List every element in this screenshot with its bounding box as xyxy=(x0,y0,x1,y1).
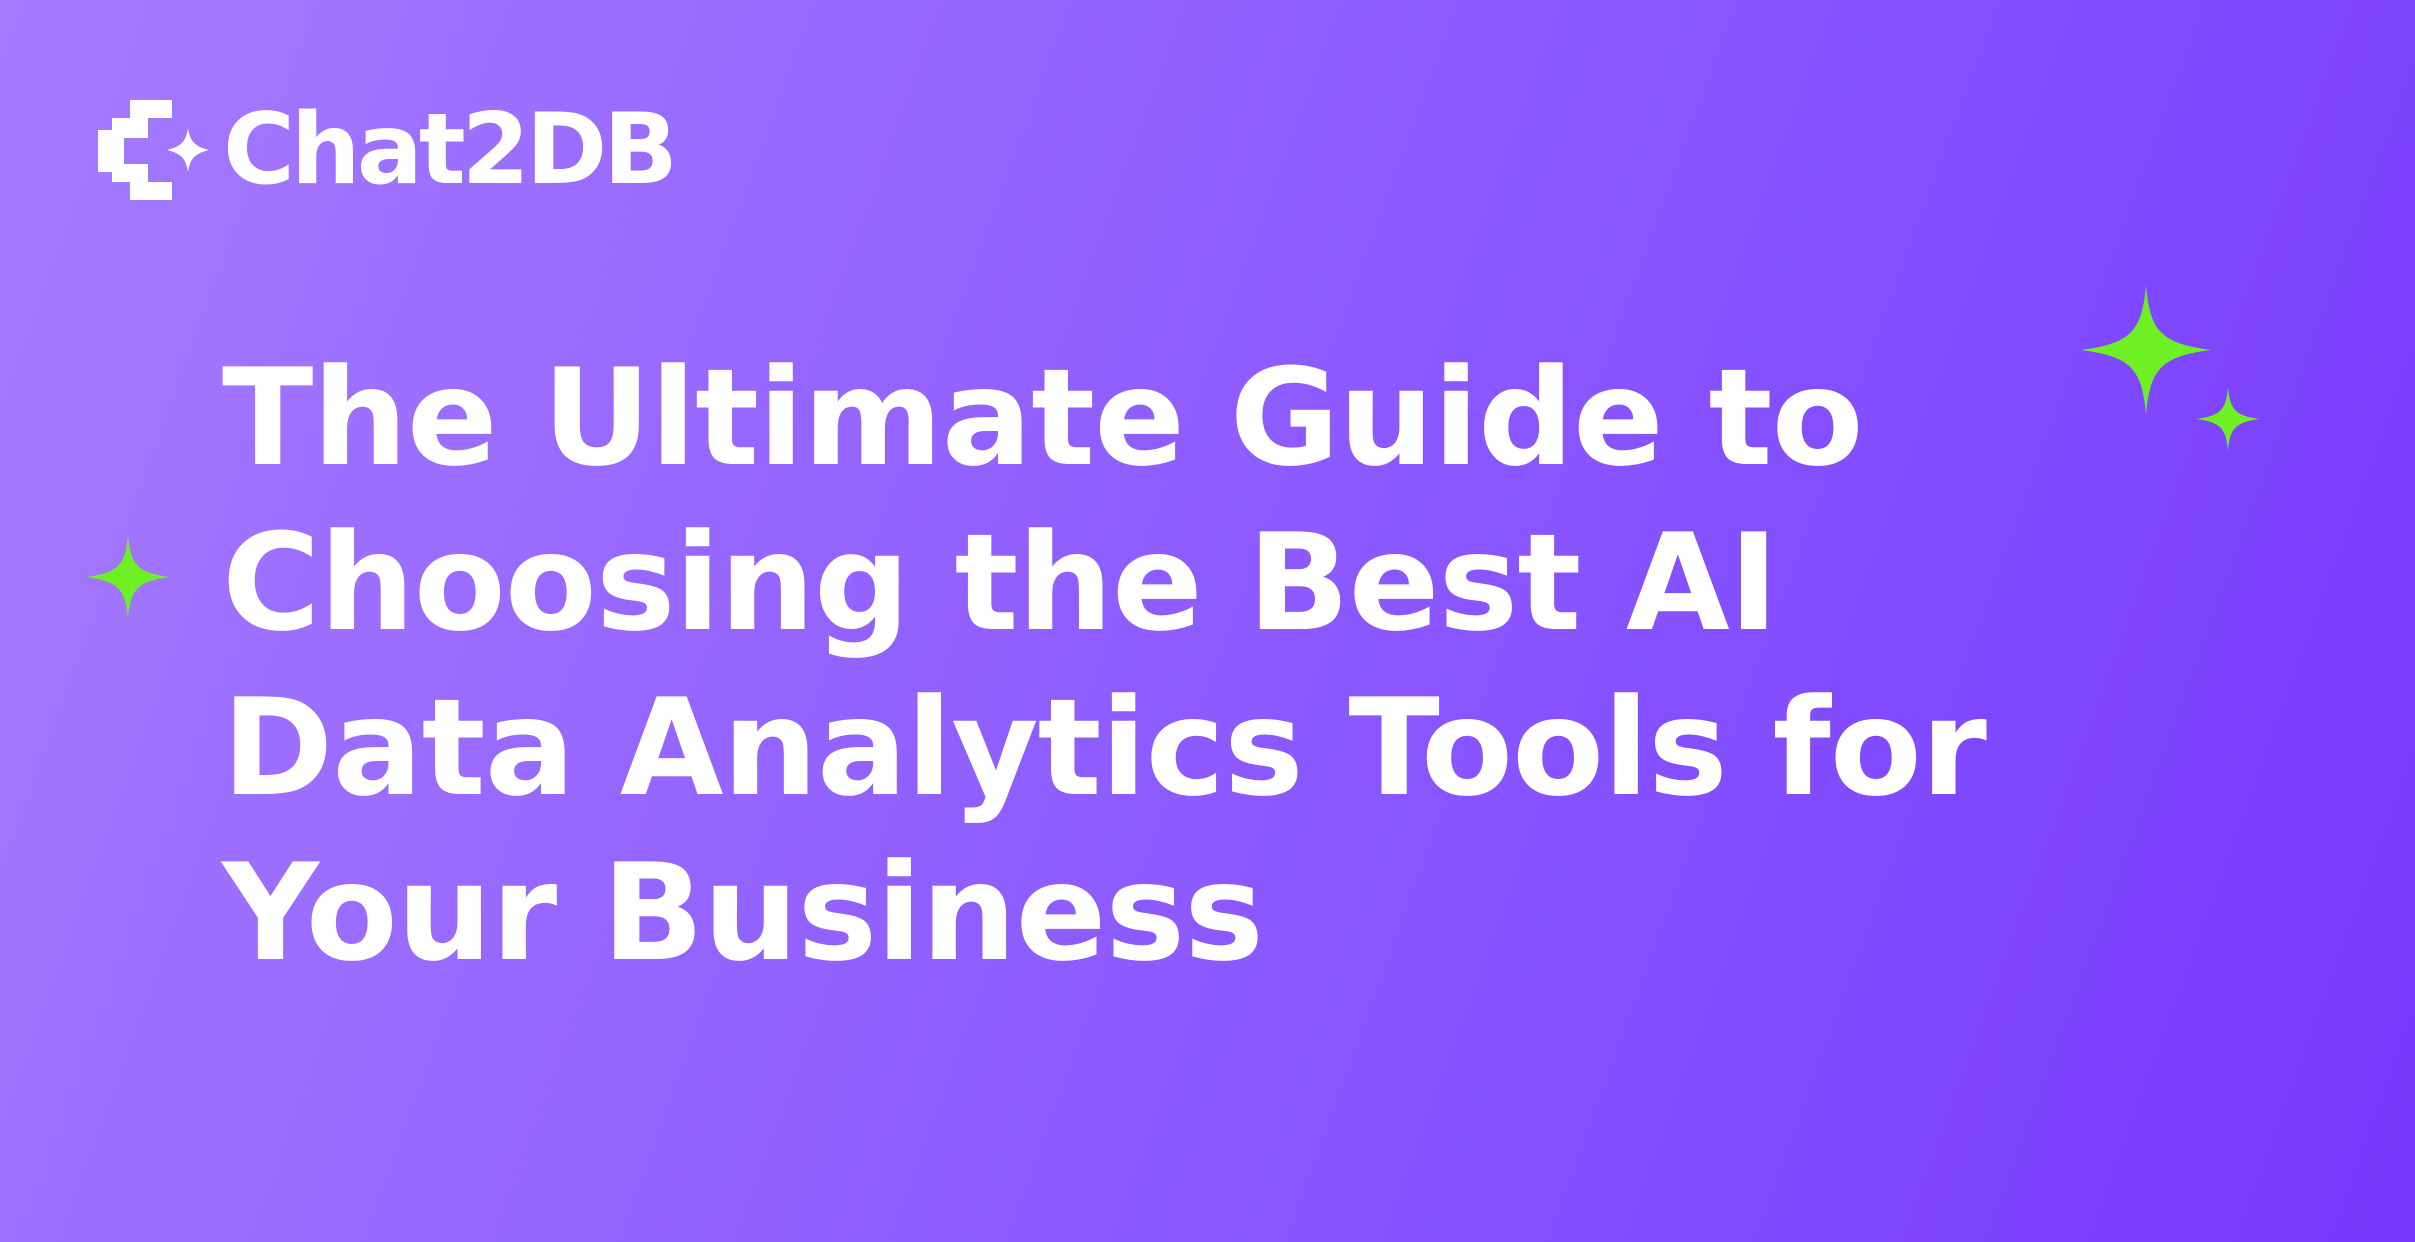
four-point-star-icon xyxy=(2196,387,2260,451)
banner: Chat2DB The Ultimate Guide to Choosing t… xyxy=(0,0,2415,1242)
chat2db-logo-icon xyxy=(98,100,209,200)
four-point-star-icon xyxy=(86,535,170,619)
headline: The Ultimate Guide to Choosing the Best … xyxy=(222,340,1987,991)
brand-logo: Chat2DB xyxy=(96,93,678,207)
four-point-star-icon xyxy=(2081,285,2211,415)
brand-name: Chat2DB xyxy=(223,93,678,207)
